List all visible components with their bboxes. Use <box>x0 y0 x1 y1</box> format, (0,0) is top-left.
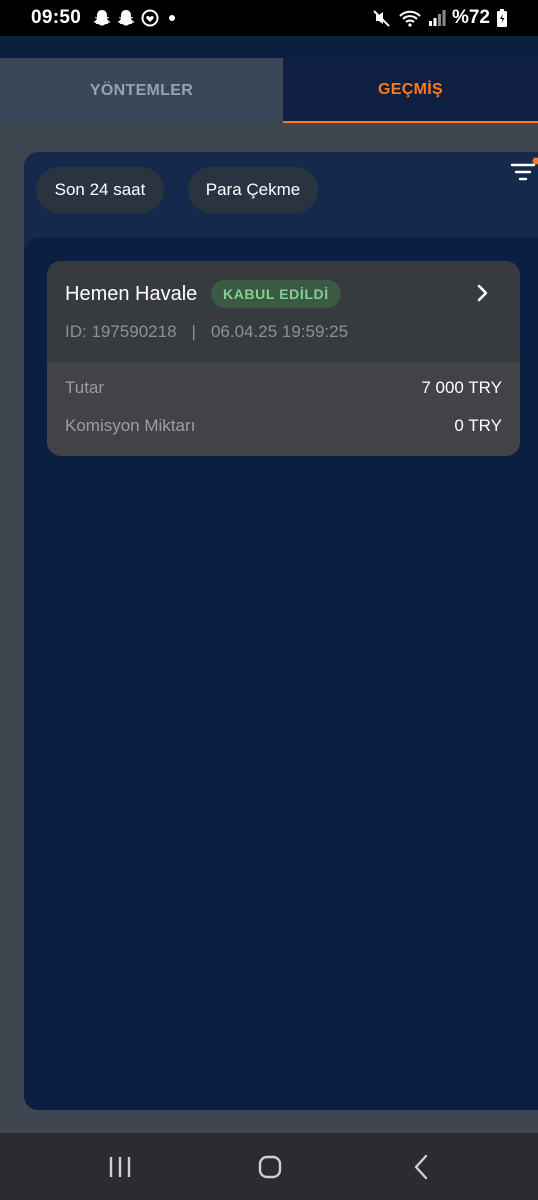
system-icons: %72 <box>372 7 508 29</box>
transaction-card[interactable]: Hemen Havale KABUL EDİLDİ ID: 197590218 … <box>47 261 520 456</box>
active-filter-dot <box>532 157 538 165</box>
transaction-list: Hemen Havale KABUL EDİLDİ ID: 197590218 … <box>24 238 538 1110</box>
wifi-icon <box>399 10 421 27</box>
fee-value: 0 TRY <box>454 416 502 435</box>
header-band <box>0 36 538 58</box>
mute-icon <box>373 10 390 27</box>
transaction-id: ID: 197590218 <box>65 322 177 341</box>
back-icon[interactable] <box>408 1153 436 1181</box>
tab-history[interactable]: GEÇMİŞ <box>283 58 538 123</box>
period-filter-chip[interactable]: Son 24 saat <box>36 167 164 213</box>
heart-app-icon <box>141 9 159 27</box>
amount-label: Tutar <box>65 378 105 397</box>
amount-value: 7 000 TRY <box>421 378 502 397</box>
filter-icon[interactable] <box>510 156 538 186</box>
amount-row: Tutar 7 000 TRY <box>65 376 502 400</box>
home-icon[interactable] <box>256 1153 284 1181</box>
dot-icon <box>169 15 175 21</box>
transaction-method: Hemen Havale <box>65 283 198 305</box>
history-panel: Son 24 saat Para Çekme Hemen Havale KABU… <box>24 152 538 1110</box>
system-nav-bar <box>0 1133 538 1200</box>
chevron-right-icon[interactable] <box>475 283 491 303</box>
status-time: 09:50 <box>31 7 82 28</box>
transaction-meta: ID: 197590218 | 06.04.25 19:59:25 <box>65 322 348 342</box>
transaction-details: Tutar 7 000 TRY Komisyon Miktarı 0 TRY <box>47 362 520 456</box>
battery-level: %72 <box>451 7 490 28</box>
notification-icons <box>92 8 180 28</box>
recent-apps-icon[interactable] <box>106 1153 134 1181</box>
fee-row: Komisyon Miktarı 0 TRY <box>65 414 502 438</box>
status-bar: 09:50 %72 <box>0 0 538 36</box>
status-badge: KABUL EDİLDİ <box>211 280 341 308</box>
signal-icon <box>428 10 446 26</box>
tab-methods[interactable]: YÖNTEMLER <box>0 58 283 123</box>
type-filter-chip[interactable]: Para Çekme <box>188 167 318 213</box>
meta-separator: | <box>191 322 196 341</box>
snapchat-icon <box>117 10 135 26</box>
tab-bar: YÖNTEMLER GEÇMİŞ <box>0 58 538 123</box>
fee-label: Komisyon Miktarı <box>65 416 196 435</box>
battery-icon <box>497 9 507 27</box>
transaction-datetime: 06.04.25 19:59:25 <box>210 322 349 341</box>
snapchat-icon <box>93 10 111 26</box>
